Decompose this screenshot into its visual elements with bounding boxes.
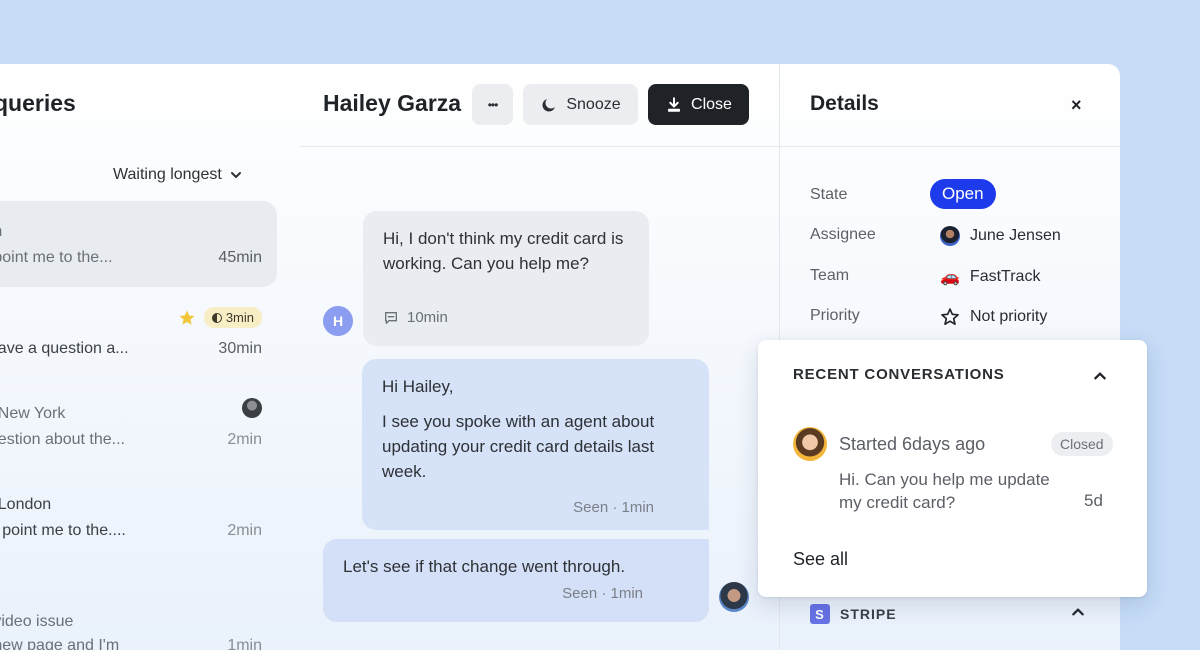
stripe-logo-icon: S: [810, 604, 830, 624]
conversation-item[interactable]: m New York question about the... 2min: [0, 383, 277, 469]
details-header-divider: [780, 146, 1120, 147]
conversation-time: 2min: [227, 522, 262, 539]
conversation-list-pane: queries Waiting longest ton u point me t…: [0, 64, 300, 650]
sort-label: Waiting longest: [113, 166, 222, 183]
status-badge: Closed: [1051, 432, 1113, 456]
conversation-time: 2min: [227, 431, 262, 448]
message-meta: 10min: [383, 305, 448, 330]
contact-name: Hailey Garza: [323, 90, 462, 116]
sort-dropdown[interactable]: Waiting longest: [113, 166, 242, 184]
snooze-button[interactable]: Snooze: [523, 84, 638, 125]
conversation-time: 1min: [227, 637, 262, 650]
chevron-down-icon: [230, 172, 241, 178]
recent-conversations-popover: RECENT CONVERSATIONS Started 6days ago C…: [758, 340, 1147, 597]
see-all-link[interactable]: See all: [793, 549, 848, 570]
more-options-button[interactable]: •••: [472, 84, 513, 125]
conversation-item[interactable]: ton u point me to the... 45min: [0, 201, 277, 287]
conversation-item[interactable]: m London ou point me to the.... 2min: [0, 474, 277, 560]
more-icon: •••: [487, 97, 499, 112]
snooze-label: Snooze: [566, 95, 621, 113]
assignee-label: Assignee: [810, 226, 876, 243]
outgoing-message: Let's see if that change went through. S…: [323, 539, 709, 622]
assignee-name: June Jensen: [970, 227, 1061, 244]
avatar: [242, 398, 262, 418]
state-pill[interactable]: Open: [930, 179, 996, 209]
assignee-value[interactable]: June Jensen: [940, 226, 1061, 246]
conversation-preview-line: a new page and I'm: [0, 637, 120, 650]
message-greeting: Hi Hailey,: [382, 377, 454, 396]
state-label: State: [810, 186, 848, 203]
stripe-section-header[interactable]: S STRIPE: [810, 604, 897, 624]
details-title: Details: [810, 92, 879, 115]
star-icon: [179, 310, 195, 325]
message-time: 10min: [407, 309, 448, 326]
recent-conversations-heading: RECENT CONVERSATIONS: [793, 366, 1005, 383]
team-name: FastTrack: [969, 268, 1041, 285]
inbox-title: queries: [0, 90, 76, 116]
close-conversation-button[interactable]: Close: [648, 84, 749, 125]
team-label: Team: [810, 267, 850, 284]
timer-icon: [211, 312, 222, 323]
conversation-sender: m New York: [0, 405, 66, 422]
conversation-item[interactable]: é g video issue a new page and I'm 1min: [0, 565, 277, 650]
sla-badge: 3min: [203, 307, 262, 328]
message-text: Hi, I don't think my credit card is work…: [383, 229, 624, 273]
message-text: Let's see if that change went through.: [343, 557, 626, 576]
team-value[interactable]: 🚗 FastTrack: [940, 267, 1040, 287]
conversation-badges: 3min: [178, 307, 262, 328]
priority-text: Not priority: [970, 308, 1048, 325]
conversation-time: 30min: [218, 340, 262, 357]
conversation-preview: ou point me to the....: [0, 522, 126, 539]
chevron-up-icon[interactable]: [1093, 369, 1107, 383]
conversation-time: 45min: [218, 249, 262, 266]
chevron-up-icon[interactable]: [1071, 605, 1085, 619]
avatar: H: [323, 306, 353, 336]
priority-label: Priority: [810, 307, 860, 324]
star-outline-icon: [941, 308, 959, 325]
conversation-preview: question about the...: [0, 431, 125, 448]
sla-badge-label: 3min: [225, 310, 254, 325]
conversation-sender: ton: [0, 223, 2, 241]
close-icon[interactable]: ×: [1071, 95, 1082, 116]
recent-message-age: 5d: [1084, 491, 1103, 510]
car-icon: 🚗: [940, 269, 960, 286]
incoming-message: Hi, I don't think my credit card is work…: [363, 211, 649, 346]
message-seen-status: Seen · 1min: [573, 499, 654, 516]
recent-message-preview[interactable]: Hi. Can you help me update my credit car…: [839, 468, 1059, 514]
agent-avatar: [719, 582, 749, 612]
avatar: [940, 226, 960, 246]
recent-started[interactable]: Started 6days ago: [839, 434, 985, 455]
header-divider: [300, 146, 779, 147]
conversation-preview: u point me to the...: [0, 249, 113, 266]
conversation-sender: m London: [0, 496, 52, 513]
conversation-item[interactable]: n I have a question a... 3min 30min: [0, 292, 277, 378]
chat-icon: [385, 311, 397, 324]
outgoing-message: Hi Hailey, I see you spoke with an agent…: [362, 359, 709, 530]
close-label: Close: [691, 95, 732, 113]
stripe-label: STRIPE: [840, 606, 897, 622]
moon-icon: [542, 98, 556, 112]
message-text: I see you spoke with an agent about upda…: [382, 412, 655, 481]
conversation-badges: [242, 398, 262, 418]
message-seen-status: Seen · 1min: [562, 585, 643, 602]
close-tray-icon: [668, 96, 681, 112]
avatar: [793, 427, 827, 461]
conversation-preview: I have a question a...: [0, 340, 129, 357]
priority-value[interactable]: Not priority: [940, 307, 1047, 327]
conversation-preview: g video issue: [0, 613, 74, 630]
